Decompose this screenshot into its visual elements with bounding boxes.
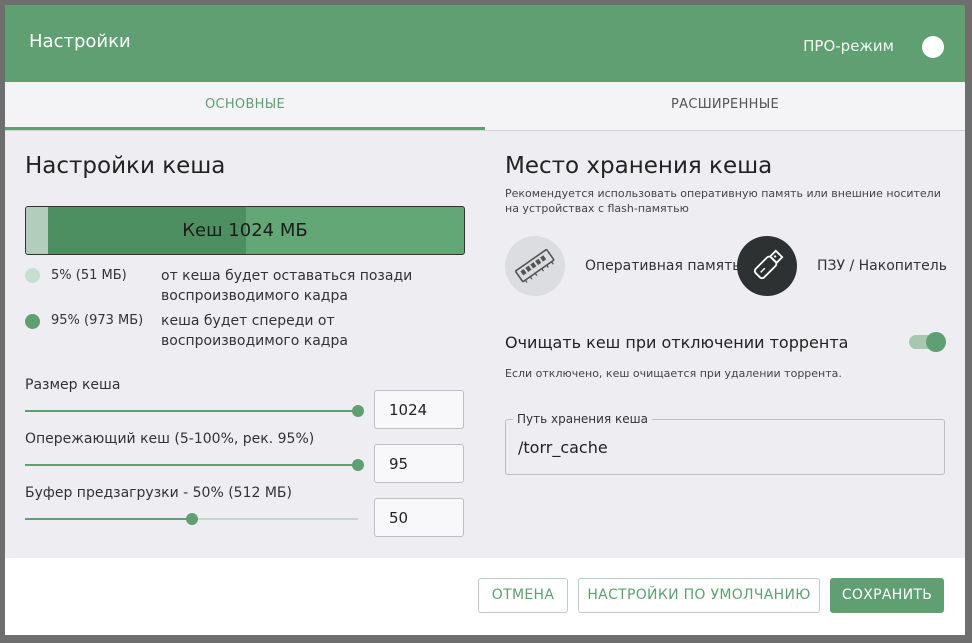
preload-slider-track[interactable] xyxy=(25,518,192,520)
readahead-slider-track[interactable] xyxy=(25,464,358,466)
cache-size-input[interactable] xyxy=(374,390,464,429)
cache-bar-label: Кеш 1024 МБ xyxy=(182,220,308,241)
cache-path-input[interactable] xyxy=(518,436,918,458)
preload-slider-rest[interactable] xyxy=(192,518,358,520)
cache-bar: Кеш 1024 МБ xyxy=(25,206,465,255)
settings-dialog: Настройки ПРО-режим ОСНОВНЫЕ РАСШИРЕННЫЕ… xyxy=(5,5,965,635)
readahead-input[interactable] xyxy=(374,444,464,483)
dialog-title: Настройки xyxy=(29,31,131,52)
cache-settings-heading: Настройки кеша xyxy=(25,153,226,179)
tab-advanced[interactable]: РАСШИРЕННЫЕ xyxy=(485,82,965,130)
dialog-header: Настройки ПРО-режим xyxy=(5,5,965,82)
drive-option[interactable] xyxy=(737,236,797,296)
clear-cache-note: Если отключено, кеш очищается при удален… xyxy=(505,367,842,380)
legend-desc-behind: от кеша будет оставаться позади воспроиз… xyxy=(161,268,413,304)
legend-dot-behind xyxy=(25,268,40,283)
legend-dot-ahead xyxy=(25,314,40,329)
cancel-button[interactable]: ОТМЕНА xyxy=(478,578,568,613)
legend-desc-ahead: кеша будет спереди от воспроизводимого к… xyxy=(161,313,348,349)
ram-option-label[interactable]: Оперативная память xyxy=(585,258,740,274)
readahead-label: Опережающий кеш (5-100%, рек. 95%) xyxy=(25,431,315,447)
cache-size-slider-thumb[interactable] xyxy=(352,405,364,417)
ram-option[interactable] xyxy=(505,236,565,296)
cache-size-slider-track[interactable] xyxy=(25,410,358,412)
save-button[interactable]: СОХРАНИТЬ xyxy=(830,578,944,613)
defaults-button[interactable]: НАСТРОЙКИ ПО УМОЛЧАНИЮ xyxy=(578,578,820,613)
readahead-slider-thumb[interactable] xyxy=(352,459,364,471)
cache-size-label: Размер кеша xyxy=(25,377,121,393)
cache-path-label: Путь хранения кеша xyxy=(513,412,652,426)
tab-bar: ОСНОВНЫЕ РАСШИРЕННЫЕ xyxy=(5,82,965,131)
usb-drive-icon xyxy=(753,249,784,280)
drive-option-label[interactable]: ПЗУ / Накопитель xyxy=(817,258,947,274)
preload-buffer-input[interactable] xyxy=(374,498,464,537)
legend-pct-ahead: 95% (973 МБ) xyxy=(51,313,144,328)
pro-mode-toggle[interactable] xyxy=(922,36,944,58)
ram-icon xyxy=(515,248,555,283)
preload-buffer-label: Буфер предзагрузки - 50% (512 МБ) xyxy=(25,485,292,501)
clear-cache-label: Очищать кеш при отключении торрента xyxy=(505,333,849,352)
clear-cache-toggle-thumb[interactable] xyxy=(926,332,946,352)
pro-mode-label: ПРО-режим xyxy=(803,37,894,55)
preload-slider-thumb[interactable] xyxy=(186,513,198,525)
legend-pct-behind: 5% (51 МБ) xyxy=(51,268,127,283)
storage-subtitle: Рекомендуется использовать оперативную п… xyxy=(505,187,941,215)
storage-heading: Место хранения кеша xyxy=(505,153,773,179)
tab-basic[interactable]: ОСНОВНЫЕ xyxy=(5,82,485,130)
